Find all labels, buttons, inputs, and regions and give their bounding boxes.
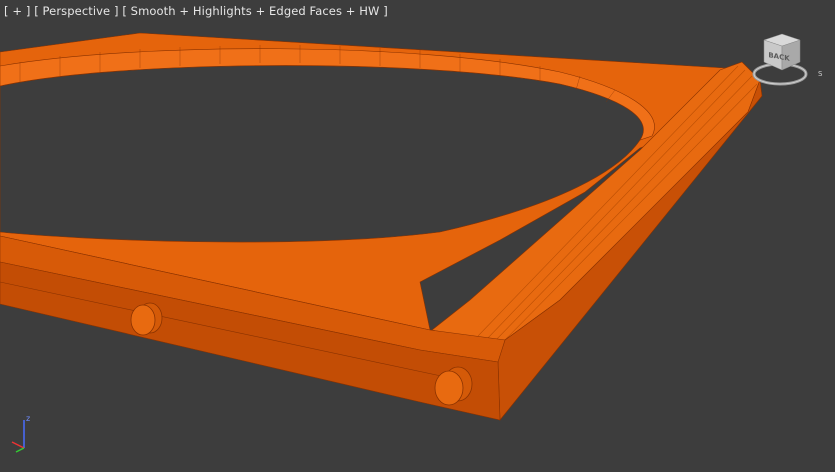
viewport-menu-plus[interactable]: [ + ] [4, 4, 30, 18]
viewport-point-of-view[interactable]: [ Perspective ] [34, 4, 118, 18]
perspective-viewport[interactable]: [ + ] [ Perspective ] [ Smooth + Highlig… [0, 0, 835, 472]
axis-tripod-icon: z [11, 414, 30, 453]
viewport-label[interactable]: [ + ] [ Perspective ] [ Smooth + Highlig… [4, 4, 388, 18]
peg-left[interactable] [130, 302, 163, 336]
axis-z-label: z [26, 414, 30, 423]
viewport-scene[interactable] [0, 0, 835, 472]
svg-text:S: S [818, 70, 823, 78]
viewport-shading-mode[interactable]: [ Smooth + Highlights + Edged Faces + HW… [122, 4, 388, 18]
viewcube[interactable]: S BACK [752, 30, 824, 90]
